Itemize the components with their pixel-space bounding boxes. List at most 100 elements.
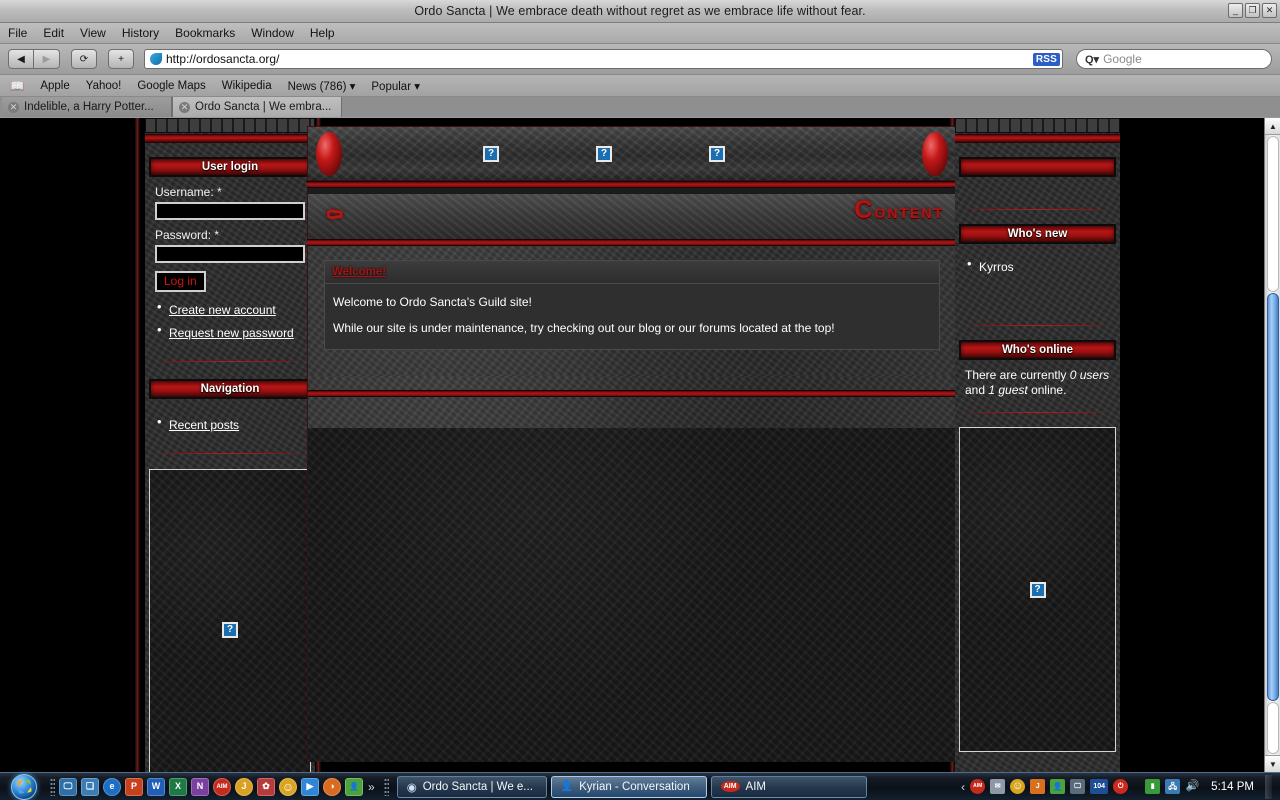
internet-explorer-icon[interactable]: e xyxy=(103,777,121,796)
firefox-icon[interactable]: ◑ xyxy=(323,777,341,796)
maximize-icon[interactable]: ❐ xyxy=(1245,3,1260,18)
quick-launch-overflow-icon[interactable]: » xyxy=(368,780,375,794)
task-button-aim[interactable]: AIM AIM xyxy=(710,775,867,798)
broken-image-icon[interactable]: ? xyxy=(222,622,238,638)
whos-online-conj: and xyxy=(965,383,989,397)
recent-posts-link[interactable]: Recent posts xyxy=(169,418,239,432)
bookmark-yahoo[interactable]: Yahoo! xyxy=(86,80,122,92)
minimize-icon[interactable]: _ xyxy=(1228,3,1243,18)
onenote-icon[interactable]: N xyxy=(191,777,209,796)
excel-icon[interactable]: X xyxy=(169,777,187,796)
menu-item-history[interactable]: History xyxy=(122,26,159,40)
list-item: Request new password xyxy=(155,322,305,342)
username-input[interactable] xyxy=(155,202,305,220)
scroll-track-top[interactable] xyxy=(1267,136,1279,292)
media-player-icon[interactable]: ▶ xyxy=(301,777,319,796)
navigation-links-list: Recent posts xyxy=(155,414,305,434)
bookmark-news[interactable]: News (786) ▾ xyxy=(288,79,356,93)
bookmark-apple[interactable]: Apple xyxy=(40,80,69,92)
contacts-icon[interactable]: 👤 xyxy=(345,777,363,796)
menu-item-help[interactable]: Help xyxy=(310,26,335,40)
taskbar-clock[interactable]: 5:14 PM xyxy=(1211,781,1254,793)
close-icon[interactable]: ✕ xyxy=(1262,3,1277,18)
window-title: Ordo Sancta | We embrace death without r… xyxy=(414,4,866,18)
flower-icon[interactable]: ✿ xyxy=(257,777,275,796)
bookmarks-bar: 📖 Apple Yahoo! Google Maps Wikipedia New… xyxy=(0,75,1280,97)
broken-image-icon[interactable]: ? xyxy=(1029,581,1046,598)
tray-expand-icon[interactable]: ‹ xyxy=(961,780,965,794)
address-bar[interactable]: http://ordosancta.org/ RSS xyxy=(144,49,1063,69)
banner-nav-links: ? ? ? xyxy=(308,127,956,180)
aim-icon[interactable]: AIM xyxy=(213,777,231,796)
java-icon[interactable]: J xyxy=(235,777,253,796)
list-item: Kyrros xyxy=(965,256,1110,276)
display-tray-icon[interactable]: 🖵 xyxy=(1070,779,1086,794)
java-tray-icon[interactable]: J xyxy=(1030,779,1046,794)
search-icon: Q▾ xyxy=(1085,53,1100,66)
broken-image-icon[interactable]: ? xyxy=(483,145,499,162)
rss-badge[interactable]: RSS xyxy=(1032,52,1060,66)
content-empty-area xyxy=(307,428,957,762)
scroll-thumb[interactable] xyxy=(1267,293,1279,701)
reload-icon[interactable]: ⟳ xyxy=(71,49,97,69)
network-tray-icon[interactable]: 🖧 xyxy=(1165,779,1181,794)
task-button-ordo-sancta[interactable]: ◉ Ordo Sancta | We e... xyxy=(396,775,547,798)
tab-indelible[interactable]: ✕ Indelible, a Harry Potter... xyxy=(2,97,172,117)
scroll-track-bottom[interactable] xyxy=(1267,702,1279,754)
tab-close-icon[interactable]: ✕ xyxy=(179,101,190,113)
shutdown-tray-icon[interactable]: ⏻ xyxy=(1113,779,1129,794)
create-new-account-link[interactable]: Create new account xyxy=(169,303,276,317)
word-icon[interactable]: W xyxy=(147,777,165,796)
menu-item-window[interactable]: Window xyxy=(251,26,294,40)
left-sidebar: User login Username: * Password: * Log i… xyxy=(145,118,315,772)
powerpoint-icon[interactable]: P xyxy=(125,777,143,796)
task-icon: AIM xyxy=(720,781,740,792)
bookmarks-book-icon[interactable]: 📖 xyxy=(10,79,24,93)
battery-tray-icon[interactable]: ▮ xyxy=(1145,779,1161,794)
show-desktop-icon[interactable]: 🖵 xyxy=(59,777,77,796)
broken-image-icon[interactable]: ? xyxy=(709,145,725,162)
quick-launch-grip[interactable] xyxy=(50,777,55,796)
bookmark-wikipedia[interactable]: Wikipedia xyxy=(222,80,272,92)
scroll-up-icon[interactable]: ▲ xyxy=(1265,118,1280,135)
frame-rail-left xyxy=(135,118,140,772)
forward-icon[interactable]: ▶ xyxy=(34,49,60,69)
counter-tray-icon[interactable]: 104 xyxy=(1090,779,1109,794)
smiley-tray-icon[interactable]: ☺ xyxy=(1010,779,1026,794)
vertical-scrollbar[interactable]: ▲ ▼ xyxy=(1264,118,1280,772)
mail-tray-icon[interactable]: ✉ xyxy=(990,779,1006,794)
site-favicon-icon xyxy=(150,53,162,65)
back-icon[interactable]: ◀ xyxy=(8,49,34,69)
menu-item-bookmarks[interactable]: Bookmarks xyxy=(175,26,235,40)
aim-tray-icon[interactable]: AIM xyxy=(970,779,986,794)
node-title-link[interactable]: Welcome! xyxy=(332,266,386,278)
bookmark-popular[interactable]: Popular ▾ xyxy=(371,79,420,93)
block-title: User login xyxy=(201,161,259,173)
whos-online-suffix: online. xyxy=(1027,383,1067,397)
menu-item-file[interactable]: File xyxy=(8,26,27,40)
smiley-icon[interactable]: ☺ xyxy=(279,777,297,796)
whos-online-block: There are currently 0 users and 1 guest … xyxy=(955,360,1120,402)
left-ornament-bar xyxy=(145,134,315,143)
log-in-button[interactable]: Log in xyxy=(155,271,206,292)
contacts-tray-icon[interactable]: 👤 xyxy=(1050,779,1066,794)
node-header: Welcome! xyxy=(325,261,939,284)
broken-image-icon[interactable]: ? xyxy=(596,145,612,162)
menu-item-edit[interactable]: Edit xyxy=(43,26,64,40)
bookmark-google-maps[interactable]: Google Maps xyxy=(137,80,205,92)
scroll-down-icon[interactable]: ▼ xyxy=(1265,755,1280,772)
content-header-rule xyxy=(307,239,957,246)
menu-item-view[interactable]: View xyxy=(80,26,106,40)
task-button-kyrian-conversation[interactable]: 👤 Kyrian - Conversation xyxy=(550,775,707,798)
request-new-password-link[interactable]: Request new password xyxy=(169,326,294,340)
tab-ordo-sancta[interactable]: ✕ Ordo Sancta | We embra... xyxy=(172,97,343,117)
add-bookmark-icon[interactable]: + xyxy=(108,49,134,69)
tasks-grip[interactable] xyxy=(383,777,389,796)
start-button[interactable] xyxy=(2,773,46,800)
show-desktop-button[interactable] xyxy=(1265,774,1272,799)
search-input[interactable]: Q▾ Google xyxy=(1076,49,1272,69)
tab-close-icon[interactable]: ✕ xyxy=(8,101,19,113)
volume-tray-icon[interactable]: 🔊 xyxy=(1185,779,1200,794)
password-input[interactable] xyxy=(155,245,305,263)
switch-windows-icon[interactable]: ❏ xyxy=(81,777,99,796)
